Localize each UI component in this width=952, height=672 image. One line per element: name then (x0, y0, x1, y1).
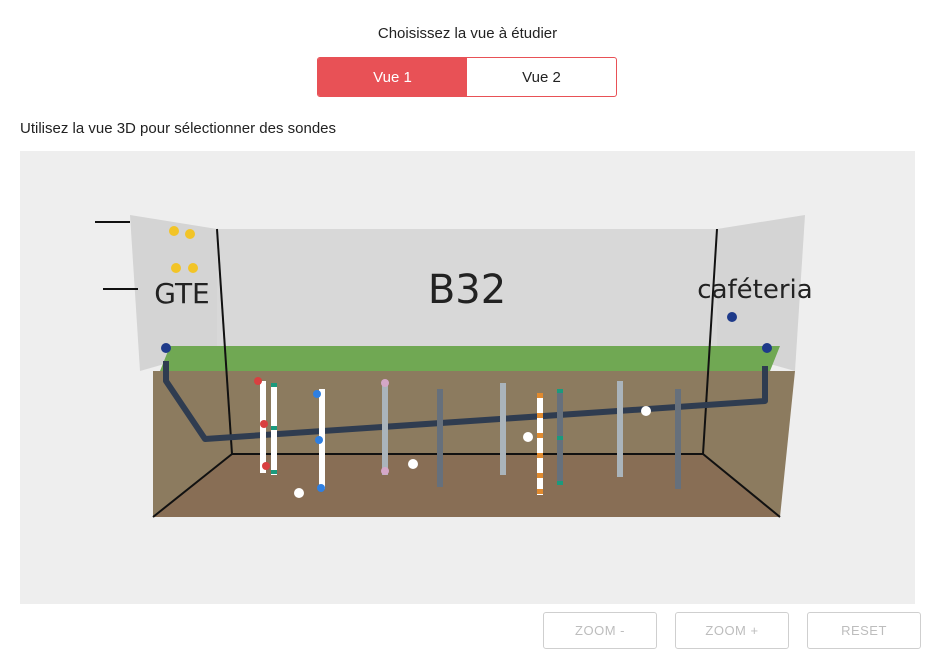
blue-marker-cafeteria[interactable] (727, 312, 737, 322)
view-1-button[interactable]: Vue 1 (318, 58, 467, 96)
soil-floor (153, 454, 780, 517)
view-toggle: Vue 1 Vue 2 (317, 57, 617, 97)
view-2-button[interactable]: Vue 2 (467, 58, 616, 96)
zoom-out-button[interactable]: ZOOM - (543, 612, 657, 649)
probe-10[interactable] (675, 389, 681, 489)
3d-viewer[interactable]: B32 GTE caféteria (20, 151, 915, 604)
label-gte: GTE (154, 277, 210, 310)
grass-layer (160, 346, 780, 371)
probe-7[interactable] (537, 393, 543, 495)
probe-6[interactable] (500, 383, 506, 475)
view-chooser-heading: Choisissez la vue à étudier (377, 25, 558, 42)
zoom-in-button[interactable]: ZOOM + (675, 612, 789, 649)
blue-marker-left[interactable] (161, 343, 171, 353)
probe-4[interactable] (382, 383, 388, 475)
label-cafeteria: caféteria (697, 275, 812, 305)
blue-marker-right[interactable] (762, 343, 772, 353)
probe-5[interactable] (437, 389, 443, 487)
instruction-text: Utilisez la vue 3D pour sélectionner des… (20, 120, 337, 137)
label-b32: B32 (428, 267, 506, 313)
probe-9[interactable] (617, 381, 623, 477)
reset-button[interactable]: RESET (807, 612, 921, 649)
3d-scene[interactable]: B32 GTE caféteria (20, 151, 915, 604)
